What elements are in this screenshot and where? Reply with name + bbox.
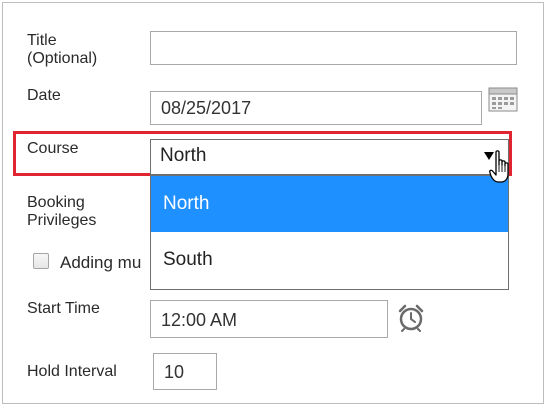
hold-interval-input[interactable]: 10 (153, 353, 217, 390)
hand-pointer-icon (489, 150, 509, 183)
adding-checkbox[interactable] (33, 253, 49, 269)
title-label: Title (Optional) (27, 32, 98, 67)
date-input[interactable]: 08/25/2017 (150, 91, 482, 125)
date-label: Date (27, 87, 61, 104)
dropdown-option-north[interactable]: North (151, 176, 508, 232)
adding-label: Adding mu (60, 253, 142, 272)
booking-privileges-label: Booking Privileges (27, 194, 97, 229)
calendar-icon[interactable] (488, 87, 518, 112)
title-input[interactable] (150, 31, 517, 65)
dropdown-option-south[interactable]: South (151, 232, 508, 288)
alarm-clock-icon[interactable] (397, 304, 425, 332)
start-time-label: Start Time (27, 300, 100, 317)
course-select[interactable]: North (150, 139, 509, 175)
hold-interval-label: Hold Interval (27, 363, 117, 380)
course-dropdown-list: North South (150, 175, 509, 290)
start-time-input[interactable]: 12:00 AM (150, 300, 388, 338)
course-select-value: North (160, 145, 207, 166)
course-label: Course (27, 140, 79, 157)
